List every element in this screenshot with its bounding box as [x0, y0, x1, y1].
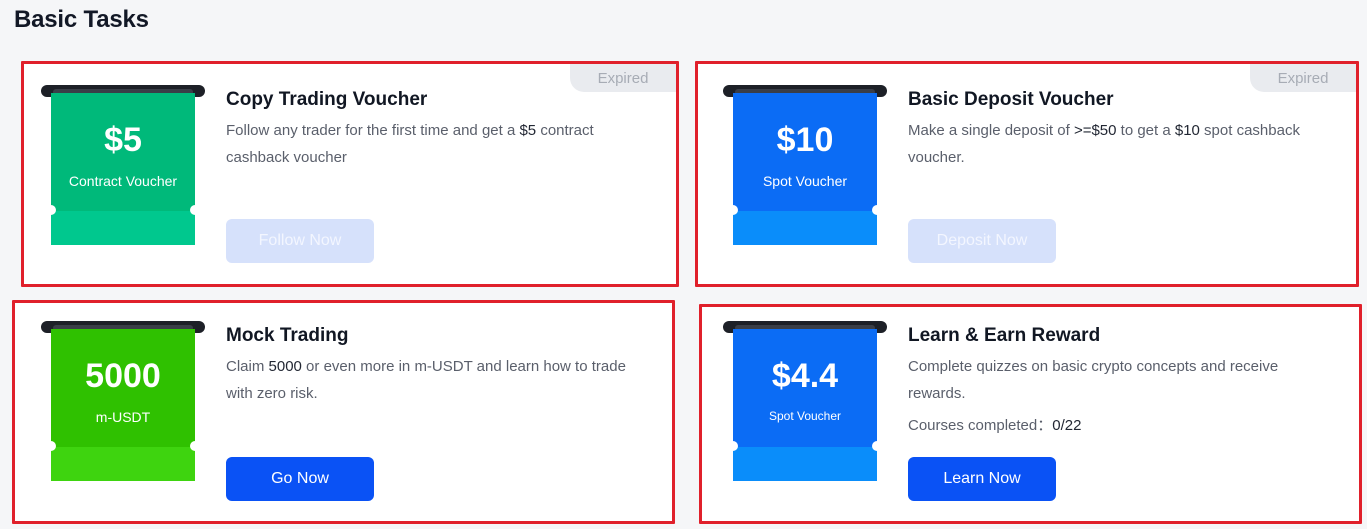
task-description: Claim 5000 or even more in m-USDT and le…	[226, 358, 626, 402]
task-title: Learn & Earn Reward	[908, 325, 1101, 346]
voucher-type: Spot Voucher	[762, 173, 848, 189]
task-card-learn-earn: $4.4 Spot Voucher Learn & Earn Reward Co…	[699, 304, 1362, 524]
task-title: Basic Deposit Voucher	[908, 89, 1114, 110]
voucher-type: Contract Voucher	[68, 173, 178, 189]
voucher-ticket: $4.4 Spot Voucher	[723, 321, 891, 491]
task-description: Complete quizzes on basic crypto concept…	[908, 358, 1279, 402]
follow-now-button[interactable]: Follow Now	[226, 219, 374, 263]
voucher-amount: 5000	[85, 357, 161, 395]
courses-progress: Courses completed：0/22	[908, 417, 1082, 434]
task-description: Follow any trader for the first time and…	[226, 122, 594, 166]
voucher-amount: $10	[776, 121, 834, 159]
voucher-type: Spot Voucher	[768, 409, 842, 423]
voucher-amount: $4.4	[771, 357, 839, 395]
learn-now-button[interactable]: Learn Now	[908, 457, 1056, 501]
expired-badge: Expired	[570, 64, 676, 92]
task-card-basic-deposit: Expired $10 Spot Voucher Basic Deposit V…	[695, 61, 1359, 287]
go-now-button[interactable]: Go Now	[226, 457, 374, 501]
task-card-copy-trading: Expired $5 Contract Voucher Copy Trading…	[21, 61, 679, 287]
task-title: Copy Trading Voucher	[226, 89, 428, 110]
voucher-ticket: $10 Spot Voucher	[723, 85, 891, 255]
page-title: Basic Tasks	[14, 6, 149, 33]
task-description: Make a single deposit of >=$50 to get a …	[908, 122, 1300, 166]
voucher-amount: $5	[104, 121, 142, 159]
voucher-type: m-USDT	[95, 409, 151, 425]
courses-done-count: 0	[1052, 417, 1061, 434]
task-title: Mock Trading	[226, 325, 349, 346]
task-card-mock-trading: 5000 m-USDT Mock Trading Claim 5000 or e…	[12, 300, 675, 524]
deposit-now-button[interactable]: Deposit Now	[908, 219, 1056, 263]
voucher-ticket: 5000 m-USDT	[41, 321, 209, 491]
voucher-ticket: $5 Contract Voucher	[41, 85, 209, 255]
expired-badge: Expired	[1250, 64, 1356, 92]
courses-total-count: /22	[1060, 417, 1082, 434]
